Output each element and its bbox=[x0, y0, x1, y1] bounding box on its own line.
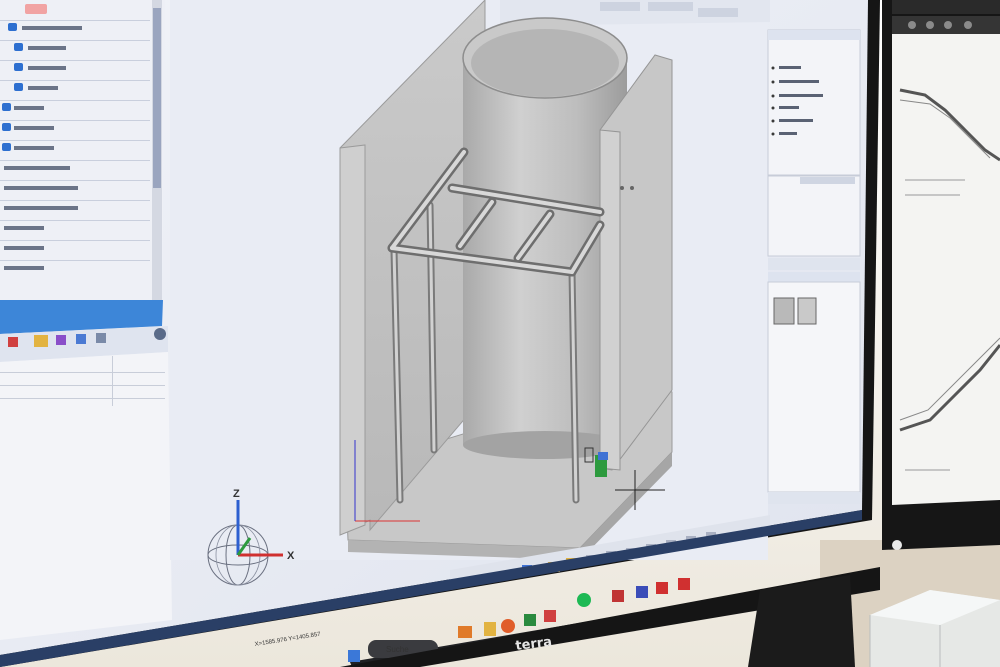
axis-label-x: X bbox=[287, 550, 295, 562]
properties-panel bbox=[0, 352, 172, 640]
library-panel bbox=[767, 29, 861, 504]
photo-scene: Z X X=1585.976 Y=1405.857 Suche terra bbox=[0, 0, 1000, 667]
second-monitor bbox=[882, 0, 1000, 550]
taskbar-search-label: Suche bbox=[386, 645, 409, 654]
axis-label-z: Z bbox=[233, 488, 240, 500]
windows-start-icon[interactable] bbox=[348, 650, 360, 662]
model-tree-panel bbox=[0, 0, 165, 310]
